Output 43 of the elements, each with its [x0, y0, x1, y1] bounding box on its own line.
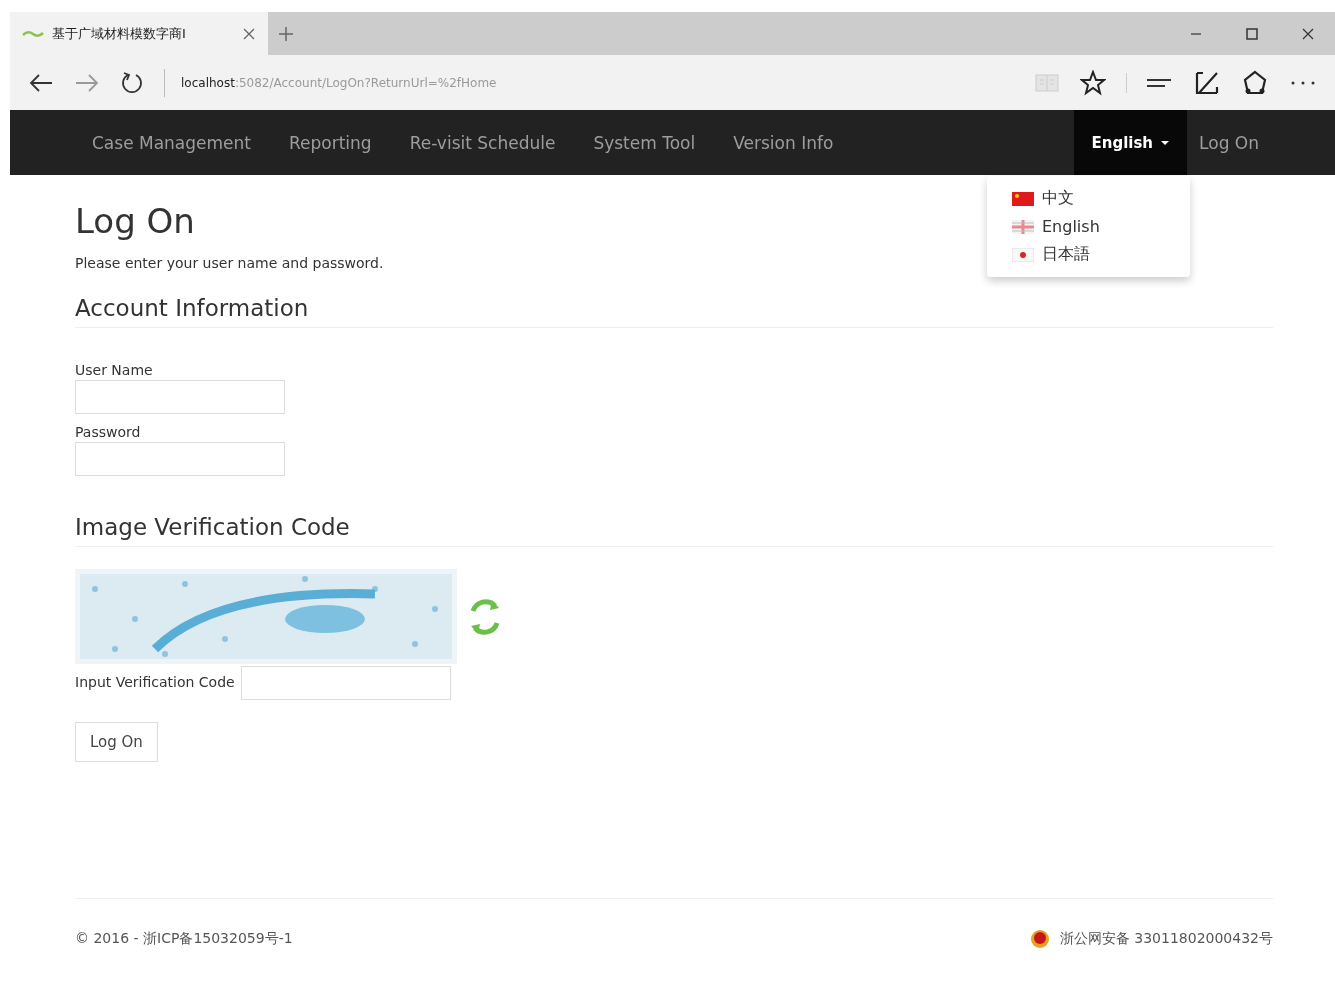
log-on-button[interactable]: Log On: [75, 722, 158, 762]
hub-icon[interactable]: [1126, 72, 1173, 93]
refresh-icon[interactable]: [120, 70, 144, 95]
language-option[interactable]: 中文: [987, 184, 1190, 213]
language-dropdown[interactable]: English: [1073, 110, 1188, 175]
nav-link[interactable]: System Tool: [581, 110, 708, 175]
star-icon[interactable]: [1080, 69, 1106, 96]
share-icon[interactable]: [1241, 68, 1269, 97]
input-field[interactable]: [75, 380, 285, 414]
browser-tab[interactable]: 基于广域材料模数字商I: [10, 12, 268, 55]
input-field[interactable]: [75, 442, 285, 476]
language-option[interactable]: English: [987, 213, 1190, 240]
url-path: :5082/Account/LogOn?ReturnUrl=%2fHome: [234, 75, 497, 90]
maximize-icon[interactable]: [1245, 26, 1259, 41]
more-icon[interactable]: [1289, 79, 1317, 86]
page-title: Log On: [75, 201, 195, 241]
section-heading: Account Information: [75, 295, 1273, 328]
field-label: User Name: [75, 362, 154, 378]
flag-icon: [1012, 219, 1034, 234]
caret-icon: [1161, 139, 1170, 146]
intro-text: Please enter your user name and password.: [75, 255, 384, 271]
nav-link[interactable]: Reporting: [277, 110, 384, 175]
field-label: Input Verification Code: [75, 674, 235, 690]
nav-link[interactable]: Case Management: [80, 110, 263, 175]
language-option[interactable]: 日本語: [987, 240, 1190, 269]
close-icon[interactable]: [242, 26, 256, 41]
url-host: localhost: [181, 75, 235, 90]
leaf-icon: [22, 28, 44, 39]
section-heading: Image Verification Code: [75, 514, 1273, 547]
nav-link[interactable]: Log On: [1187, 110, 1271, 175]
police-badge-icon: [1029, 929, 1050, 949]
tab-title: 基于广域材料模数字商I: [52, 24, 187, 43]
nav-link[interactable]: Version Info: [721, 110, 846, 175]
flag-icon: [1012, 191, 1034, 206]
input-field[interactable]: [240, 666, 451, 700]
registration-text: 浙公网安备 33011802000432号: [1059, 930, 1273, 948]
field-label: Password: [75, 424, 142, 440]
flag-icon: [1012, 247, 1034, 262]
close-icon[interactable]: [1301, 26, 1315, 41]
forward-arrow-icon[interactable]: [74, 72, 100, 93]
back-arrow-icon[interactable]: [28, 72, 54, 93]
copyright-text: © 2016 - 浙ICP备15032059号-1: [75, 930, 293, 948]
nav-link[interactable]: Re-visit Schedule: [397, 110, 568, 175]
